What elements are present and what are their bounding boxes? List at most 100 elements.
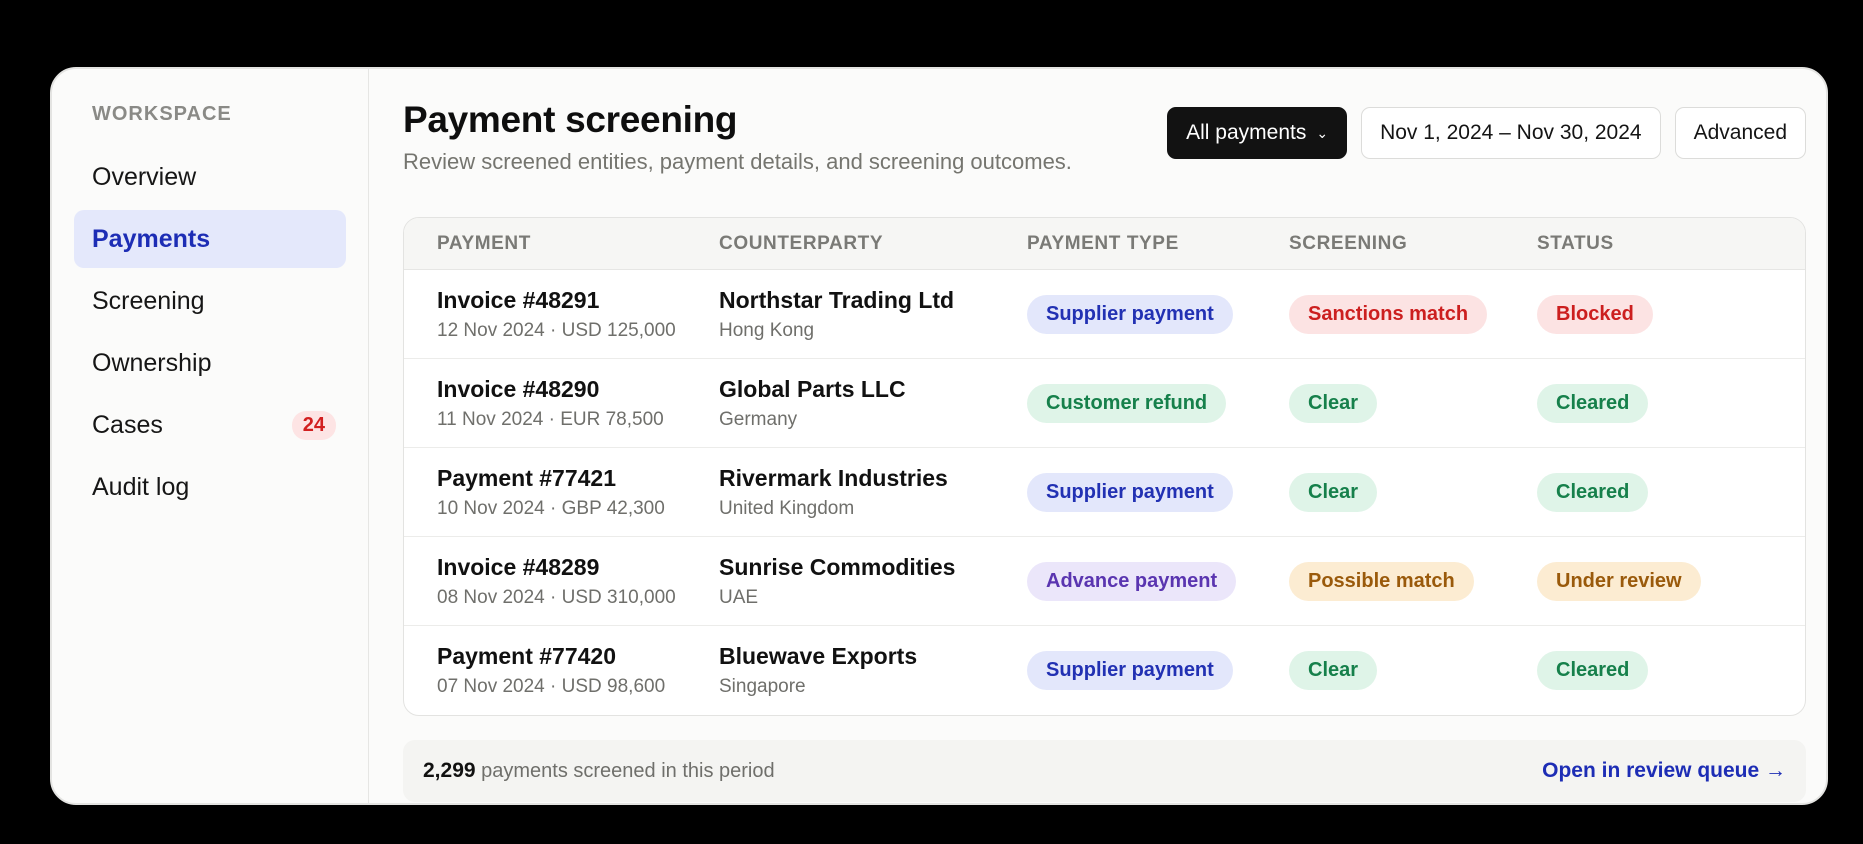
column-header-screening[interactable]: SCREENING [1289, 233, 1537, 255]
table-header: PAYMENT COUNTERPARTY PAYMENT TYPE SCREEN… [404, 218, 1805, 270]
table-footer: 2,299 payments screened in this period O… [403, 740, 1806, 802]
sidebar: WORKSPACE Overview Payments Screening Ow… [52, 69, 369, 803]
sidebar-item-overview[interactable]: Overview [74, 148, 346, 206]
payment-cell: Invoice #48289 08 Nov 2024 · USD 310,000 [404, 554, 719, 609]
payment-type-badge: Advance payment [1027, 561, 1237, 601]
page-header: Payment screening Review screened entiti… [403, 99, 1806, 217]
sidebar-item-payments[interactable]: Payments [74, 210, 346, 268]
counterparty-country: Hong Kong [719, 319, 815, 341]
screening-badge: Clear [1289, 651, 1378, 690]
payment-type-badge: Supplier payment [1027, 294, 1233, 334]
header-controls: All payments ⌄ Nov 1, 2024 – Nov 30, 202… [1167, 107, 1806, 159]
payment-cell: Invoice #48290 11 Nov 2024 · EUR 78,500 [404, 376, 719, 431]
status-cell: Blocked [1537, 294, 1805, 334]
table-row[interactable]: Invoice #48291 12 Nov 2024 · USD 125,000… [404, 270, 1805, 359]
screening-badge: Clear [1289, 383, 1378, 423]
payment-details: 10 Nov 2024 · GBP 42,300 [437, 497, 665, 519]
payment-type-badge: Customer refund [1027, 383, 1227, 423]
payment-details: 07 Nov 2024 · USD 98,600 [437, 676, 666, 697]
payment-filter-label: All payments [1186, 121, 1307, 144]
status-cell: Cleared [1537, 383, 1805, 423]
status-badge: Blocked [1537, 294, 1653, 334]
main-content: Payment screening Review screened entiti… [369, 69, 1826, 803]
payment-reference: Payment #77420 [437, 643, 617, 669]
payment-reference: Invoice #48291 [437, 286, 600, 313]
payments-table: PAYMENT COUNTERPARTY PAYMENT TYPE SCREEN… [403, 217, 1806, 716]
screening-cell: Clear [1289, 472, 1537, 512]
counterparty-name: Northstar Trading Ltd [719, 286, 955, 313]
sidebar-item-label: Overview [92, 162, 197, 191]
payment-cell: Invoice #48291 12 Nov 2024 · USD 125,000 [404, 287, 719, 342]
counterparty-cell: Northstar Trading Ltd Hong Kong [719, 287, 1027, 342]
sidebar-item-label: Cases [92, 410, 163, 439]
payment-reference: Invoice #48290 [437, 375, 600, 402]
advanced-label: Advanced [1693, 121, 1787, 144]
sidebar-item-label: Ownership [92, 348, 212, 377]
payment-type-cell: Advance payment [1027, 561, 1289, 601]
open-review-queue-link[interactable]: Open in review queue → [1542, 759, 1786, 783]
counterparty-name: Bluewave Exports [719, 643, 918, 669]
counterparty-name: Sunrise Commodities [719, 553, 956, 580]
column-header-payment[interactable]: PAYMENT [404, 233, 719, 255]
status-cell: Cleared [1537, 651, 1805, 690]
payment-details: 08 Nov 2024 · USD 310,000 [437, 586, 676, 608]
sidebar-item-label: Audit log [92, 472, 190, 501]
screening-badge: Possible match [1289, 561, 1474, 601]
sidebar-section-label: WORKSPACE [92, 103, 232, 125]
payment-type-cell: Supplier payment [1027, 651, 1289, 690]
status-badge: Cleared [1537, 383, 1649, 423]
screening-cell: Clear [1289, 651, 1537, 690]
sidebar-item-audit-log[interactable]: Audit log [74, 458, 346, 516]
counterparty-cell: Bluewave Exports Singapore [719, 643, 1027, 698]
page-subtitle: Review screened entities, payment detail… [403, 149, 1072, 174]
title-block: Payment screening Review screened entiti… [403, 99, 1072, 175]
counterparty-country: Germany [719, 408, 798, 430]
sidebar-item-ownership[interactable]: Ownership [74, 334, 346, 392]
screened-count-text: payments screened in this period [481, 760, 775, 782]
screening-badge: Clear [1289, 472, 1378, 512]
status-cell: Cleared [1537, 472, 1805, 512]
payment-details: 12 Nov 2024 · USD 125,000 [437, 319, 676, 341]
status-badge: Cleared [1537, 651, 1649, 690]
screening-badge: Sanctions match [1289, 294, 1488, 334]
counterparty-country: UAE [719, 586, 759, 608]
payment-type-cell: Customer refund [1027, 383, 1289, 423]
column-header-status[interactable]: STATUS [1537, 233, 1805, 255]
sidebar-item-label: Screening [92, 286, 205, 315]
counterparty-name: Global Parts LLC [719, 375, 906, 402]
screened-count: 2,299 [423, 759, 476, 782]
payment-type-badge: Supplier payment [1027, 651, 1233, 690]
payment-filter-dropdown[interactable]: All payments ⌄ [1167, 107, 1348, 159]
date-range-label: Nov 1, 2024 – Nov 30, 2024 [1380, 121, 1642, 144]
screening-cell: Clear [1289, 383, 1537, 423]
screening-cell: Sanctions match [1289, 294, 1537, 334]
screened-count-summary: 2,299 payments screened in this period [423, 759, 775, 783]
sidebar-item-cases[interactable]: Cases 24 [74, 396, 346, 454]
column-header-counterparty[interactable]: COUNTERPARTY [719, 233, 1027, 255]
date-range-picker[interactable]: Nov 1, 2024 – Nov 30, 2024 [1361, 107, 1661, 159]
table-row[interactable]: Payment #77420 07 Nov 2024 · USD 98,600 … [404, 626, 1805, 715]
payment-cell: Payment #77421 10 Nov 2024 · GBP 42,300 [404, 465, 719, 520]
table-row[interactable]: Invoice #48289 08 Nov 2024 · USD 310,000… [404, 537, 1805, 626]
cases-count-badge: 24 [291, 410, 336, 440]
status-cell: Under review [1537, 561, 1805, 601]
payment-type-badge: Supplier payment [1027, 472, 1233, 512]
screening-cell: Possible match [1289, 561, 1537, 601]
counterparty-cell: Global Parts LLC Germany [719, 376, 1027, 431]
payment-type-cell: Supplier payment [1027, 294, 1289, 334]
counterparty-country: Singapore [719, 676, 806, 697]
payment-reference: Payment #77421 [437, 464, 617, 491]
sidebar-item-screening[interactable]: Screening [74, 272, 346, 330]
status-badge: Cleared [1537, 472, 1649, 512]
table-row[interactable]: Invoice #48290 11 Nov 2024 · EUR 78,500 … [404, 359, 1805, 448]
counterparty-country: United Kingdom [719, 497, 855, 519]
counterparty-cell: Rivermark Industries United Kingdom [719, 465, 1027, 520]
counterparty-name: Rivermark Industries [719, 464, 948, 491]
advanced-button[interactable]: Advanced [1674, 107, 1806, 159]
column-header-payment-type[interactable]: PAYMENT TYPE [1027, 233, 1289, 255]
payment-type-cell: Supplier payment [1027, 472, 1289, 512]
counterparty-cell: Sunrise Commodities UAE [719, 554, 1027, 609]
status-badge: Under review [1537, 561, 1701, 601]
table-row[interactable]: Payment #77421 10 Nov 2024 · GBP 42,300 … [404, 448, 1805, 537]
sidebar-item-label: Payments [92, 224, 211, 253]
